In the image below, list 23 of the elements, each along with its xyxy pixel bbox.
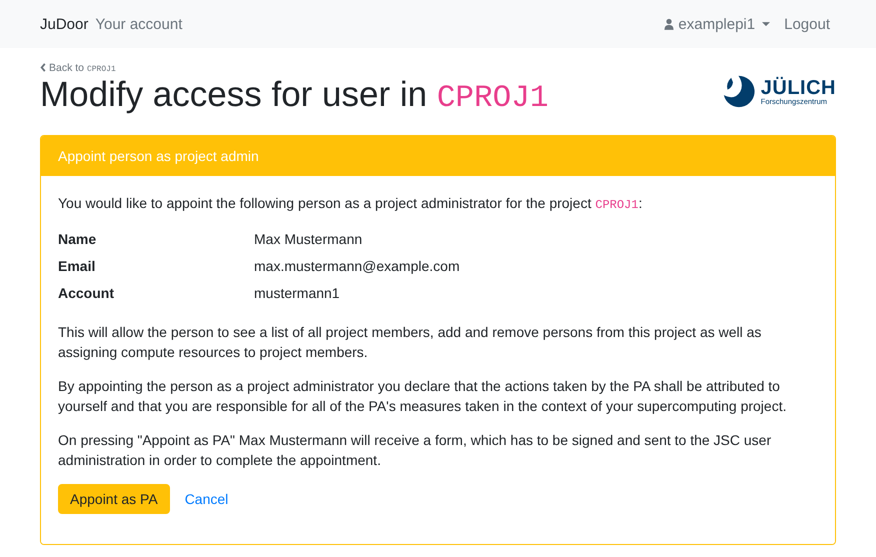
user-icon <box>664 18 674 30</box>
paragraph: This will allow the person to see a list of all project members, add and remove persons from this project as well as assigning compute resources to project members. <box>58 323 762 362</box>
detail-value: mustermann1 <box>254 284 341 303</box>
page-title: Modify access for user in CPROJ1 <box>40 75 548 118</box>
user-menu[interactable]: examplepi1 <box>664 16 770 32</box>
paragraph: By appointing the person as a project administrator you declare that the actions taken by the PA shall be attributed to yourself and that you are responsible for all of the PA's measures taken in the context of your supercomputing project. <box>58 377 788 416</box>
nav-link[interactable]: Your account <box>95 16 182 32</box>
caret-icon <box>762 22 770 26</box>
detail-label: Account <box>58 284 115 303</box>
brand-link[interactable]: JuDoor <box>40 16 88 32</box>
appoint-button[interactable]: Appoint as PA <box>58 484 170 514</box>
detail-label: Name <box>58 230 98 249</box>
detail-label: Email <box>58 257 96 276</box>
logo-name: JÜLICH <box>760 78 836 98</box>
back-link[interactable]: Back to CPROJ1 <box>49 62 116 74</box>
chevron-left-icon <box>40 63 46 72</box>
cancel-link[interactable]: Cancel <box>184 491 228 507</box>
detail-value: Max Mustermann <box>254 230 364 249</box>
logo-icon <box>722 75 755 108</box>
card-header: Appoint person as project admin <box>41 136 835 176</box>
detail-value: max.mustermann@example.com <box>254 257 461 276</box>
logout-link[interactable]: Logout <box>784 16 830 32</box>
paragraph: On pressing "Appoint as PA" Max Mustermann will receive a form, which has to be signed and sent to the JSC user administration in order to complete the appointment. <box>58 431 772 470</box>
